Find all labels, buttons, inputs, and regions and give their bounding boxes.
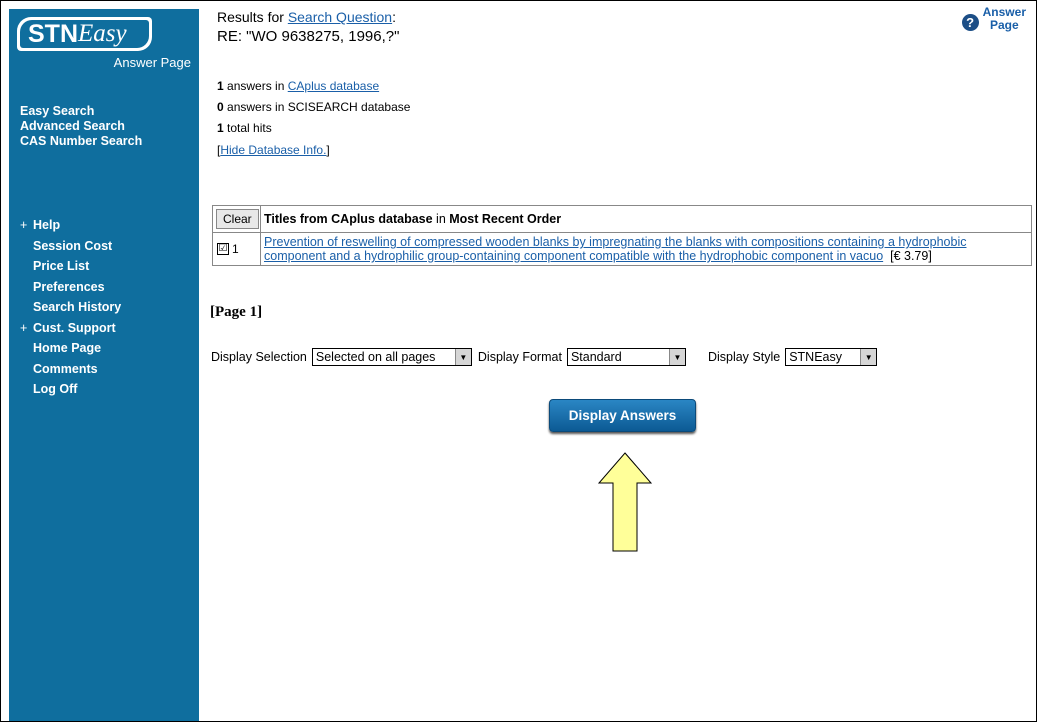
nav-search-history[interactable]: Search History	[20, 297, 121, 318]
display-controls: Display Selection Selected on all pages …	[211, 348, 878, 366]
query-text: RE: "WO 9638275, 1996,?"	[217, 28, 400, 45]
title-cell: Prevention of reswelling of compressed w…	[261, 233, 1031, 265]
header-db-title: Titles from CAplus database	[264, 212, 433, 226]
row-number: 1	[232, 242, 239, 256]
up-arrow-annotation	[597, 452, 653, 552]
display-selection-select[interactable]: Selected on all pages ▼	[311, 348, 472, 366]
nav-cust-support[interactable]: + Cust. Support	[20, 318, 121, 339]
display-format-label: Display Format	[477, 350, 562, 364]
hide-db-info: [Hide Database Info.]	[217, 143, 330, 157]
page-frame: STN Easy Answer Page Easy Search Advanced…	[0, 0, 1037, 722]
nav-home-page[interactable]: Home Page	[20, 338, 121, 359]
chevron-down-icon: ▼	[668, 349, 685, 365]
total-text: total hits	[223, 121, 272, 135]
nav-cas-number-search[interactable]: CAS Number Search	[20, 134, 142, 149]
nav-help[interactable]: + Help	[20, 215, 121, 236]
logo-stn-text: STN	[28, 19, 78, 48]
help-icon: ?	[961, 14, 979, 31]
header-order: Most Recent Order	[449, 212, 562, 226]
nav-cust-support-label: Cust. Support	[33, 320, 116, 335]
display-selection-value: Selected on all pages	[315, 350, 436, 364]
nav-log-off[interactable]: Log Off	[20, 379, 121, 400]
expand-plus-icon: +	[20, 218, 28, 232]
search-nav: Easy Search Advanced Search CAS Number S…	[20, 104, 142, 149]
nav-easy-search[interactable]: Easy Search	[20, 104, 142, 119]
table-row: ☑ 1 Prevention of reswelling of compresse…	[213, 233, 1031, 265]
table-header-row: Clear Titles from CAplus database in Mos…	[213, 206, 1031, 233]
search-question-link[interactable]: Search Question	[288, 9, 392, 25]
results-table: Clear Titles from CAplus database in Mos…	[212, 205, 1032, 266]
chevron-down-icon: ▼	[860, 349, 877, 365]
total-hits-line: 1 total hits	[217, 121, 272, 135]
current-page-label: Answer Page	[113, 55, 191, 70]
results-heading: Results for Search Question:	[217, 9, 396, 25]
sidebar: STN Easy Answer Page Easy Search Advanced…	[9, 9, 199, 721]
nav-price-list[interactable]: Price List	[20, 256, 121, 277]
display-style-label: Display Style	[707, 350, 781, 364]
display-style-select[interactable]: STNEasy ▼	[785, 348, 878, 366]
nav-preferences[interactable]: Preferences	[20, 277, 121, 298]
answer-price: [€ 3.79]	[890, 249, 932, 263]
expand-plus-icon: +	[20, 320, 28, 335]
answer-title-link[interactable]: Prevention of reswelling of compressed w…	[264, 235, 966, 263]
header-in-text: in	[432, 212, 450, 226]
scisearch-count: 0	[217, 100, 224, 114]
clear-cell: Clear	[213, 206, 261, 232]
scisearch-count-line: 0 answers in SCISEARCH database	[217, 100, 410, 114]
nav-advanced-search[interactable]: Advanced Search	[20, 119, 142, 134]
page-indicator-text: [Page 1]	[210, 304, 263, 320]
logo-easy-text: Easy	[78, 20, 127, 47]
results-for-text: Results for	[217, 9, 288, 25]
select-cell: ☑ 1	[213, 233, 261, 265]
help-label: Answer Page	[983, 6, 1026, 32]
nav-session-cost[interactable]: Session Cost	[20, 236, 121, 257]
display-format-value: Standard	[570, 350, 622, 364]
clear-button[interactable]: Clear	[216, 209, 259, 229]
main-content: Results for Search Question: RE: "WO 963…	[210, 1, 1036, 721]
help-label-line2: Page	[989, 18, 1019, 32]
bracket-close: ]	[326, 143, 330, 157]
caplus-database-link[interactable]: CAplus database	[288, 79, 379, 93]
caplus-count: 1	[217, 79, 224, 93]
hide-database-info-link[interactable]: Hide Database Info.	[220, 143, 326, 157]
select-checkbox[interactable]: ☑	[217, 243, 229, 255]
nav-help-label: Help	[33, 218, 61, 232]
utility-nav: + Help Session Cost Price List Preference…	[20, 215, 121, 400]
table-header-text: Titles from CAplus database in Most Rece…	[261, 206, 1031, 232]
display-selection-label: Display Selection	[211, 350, 307, 364]
display-format-select[interactable]: Standard ▼	[566, 348, 686, 366]
nav-comments[interactable]: Comments	[20, 359, 121, 380]
display-style-value: STNEasy	[789, 350, 842, 364]
colon-text: :	[392, 9, 396, 25]
display-answers-button[interactable]: Display Answers	[549, 399, 696, 432]
answer-page-help[interactable]: ? Answer Page	[961, 6, 1026, 32]
page-indicator: [Page 1]	[210, 304, 262, 321]
total-count: 1	[217, 121, 224, 135]
chevron-down-icon: ▼	[454, 349, 471, 365]
caplus-count-line: 1 answers in CAplus database	[217, 79, 379, 93]
caplus-mid-text: answers in	[223, 79, 288, 93]
scisearch-text: answers in SCISEARCH database	[223, 100, 411, 114]
stn-easy-logo[interactable]: STN Easy	[17, 17, 152, 51]
